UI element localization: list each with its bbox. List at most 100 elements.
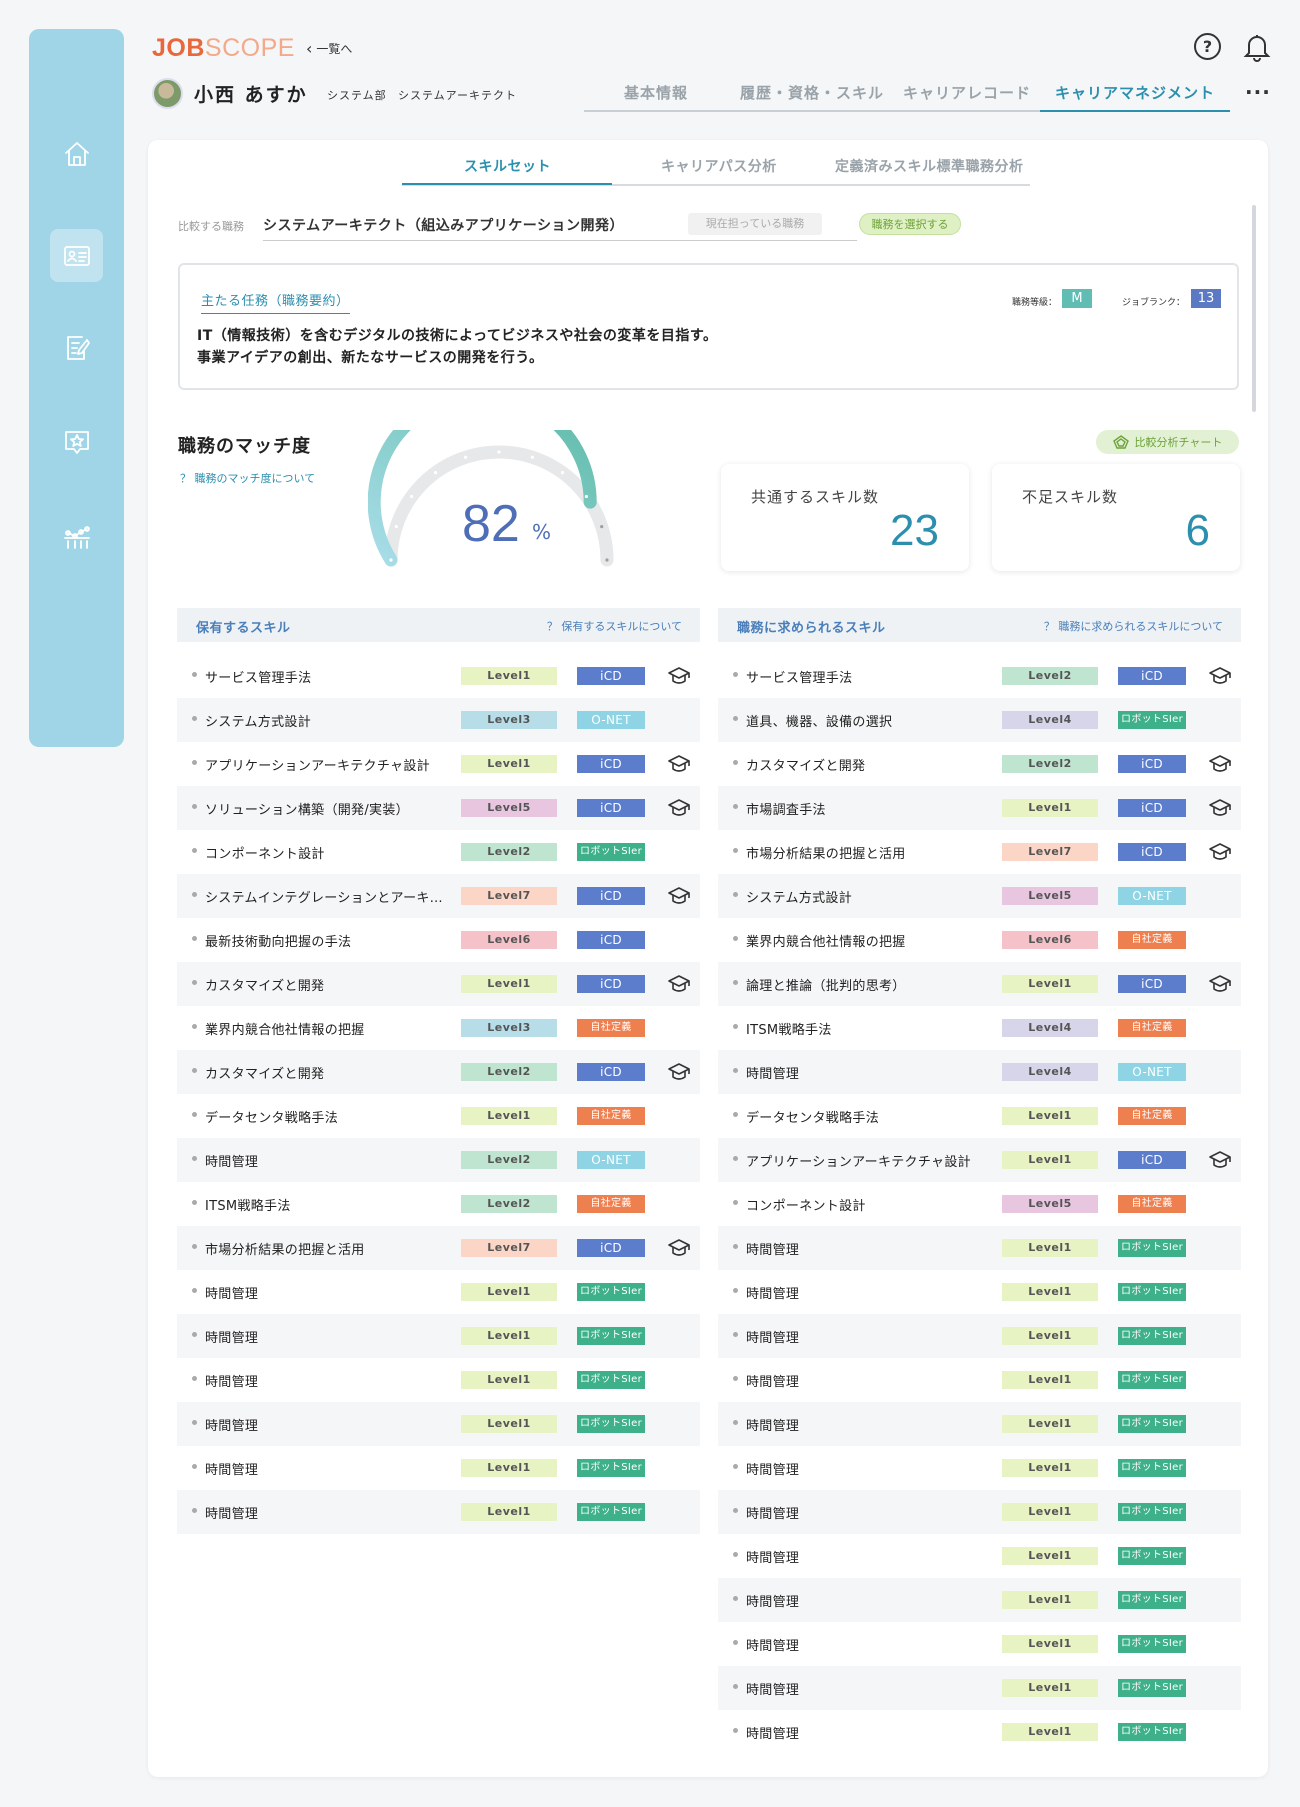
skill-row[interactable]: 時間管理 Level1 ロボットSIer (718, 1622, 1241, 1666)
skill-row[interactable]: カスタマイズと開発 Level2 iCD (177, 1050, 700, 1094)
skill-row[interactable]: 市場分析結果の把握と活用 Level7 iCD (718, 830, 1241, 874)
skill-row[interactable]: 時間管理 Level1 ロボットSIer (718, 1358, 1241, 1402)
skill-row[interactable]: カスタマイズと開発 Level2 iCD (718, 742, 1241, 786)
current-job-button[interactable]: 現在担っている職務 (688, 213, 822, 235)
missing-skills-value: 6 (1185, 506, 1210, 555)
skill-row[interactable]: 時間管理 Level1 ロボットSIer (718, 1446, 1241, 1490)
bullet (733, 1332, 738, 1337)
source-badge: iCD (1118, 1151, 1186, 1169)
skill-row[interactable]: 市場調査手法 Level1 iCD (718, 786, 1241, 830)
graduation-cap-icon[interactable] (1208, 1149, 1232, 1171)
skill-row[interactable]: コンポーネント設計 Level5 自社定義 (718, 1182, 1241, 1226)
skill-row[interactable]: 時間管理 Level1 ロボットSIer (718, 1666, 1241, 1710)
skill-row[interactable]: アプリケーションアーキテクチャ設計 Level1 iCD (177, 742, 700, 786)
sidebar-item-records[interactable] (50, 321, 103, 374)
skill-row[interactable]: アプリケーションアーキテクチャ設計 Level1 iCD (718, 1138, 1241, 1182)
skill-row[interactable]: 時間管理 Level1 ロボットSIer (718, 1490, 1241, 1534)
skill-name: 時間管理 (746, 1419, 800, 1434)
source-badge: O-NET (577, 711, 645, 729)
required-help-label: 職務に求められるスキルについて (1058, 620, 1223, 633)
app-logo[interactable]: JOBSCOPE (152, 34, 295, 63)
skill-row[interactable]: 業界内競合他社情報の把握 Level6 自社定義 (718, 918, 1241, 962)
skill-row[interactable]: 時間管理 Level1 ロボットSIer (718, 1534, 1241, 1578)
graduation-cap-icon[interactable] (1208, 797, 1232, 819)
subtab-career-path[interactable]: キャリアパス分析 (661, 156, 777, 176)
skill-row[interactable]: 時間管理 Level2 O-NET (177, 1138, 700, 1182)
skill-row[interactable]: ITSM戦略手法 Level2 自社定義 (177, 1182, 700, 1226)
sidebar-item-profile[interactable] (50, 229, 103, 282)
skill-row[interactable]: 時間管理 Level1 ロボットSIer (177, 1270, 700, 1314)
bullet (733, 716, 738, 721)
sidebar-item-career[interactable] (50, 415, 103, 468)
skill-row[interactable]: 時間管理 Level1 ロボットSIer (177, 1490, 700, 1534)
sidebar-item-analytics[interactable] (50, 511, 103, 564)
owned-skills-help-link[interactable]: ？ 保有するスキルについて (547, 618, 682, 634)
skill-row[interactable]: 時間管理 Level1 ロボットSIer (718, 1226, 1241, 1270)
skill-row[interactable]: システムインテグレーションとアーキテクチャ Level7 iCD (177, 874, 700, 918)
level-badge: Level1 (461, 1503, 557, 1521)
graduation-cap-icon[interactable] (1208, 973, 1232, 995)
graduation-cap-icon[interactable] (667, 1237, 691, 1259)
subtab-standard-analysis[interactable]: 定義済みスキル標準職務分析 (835, 156, 1024, 176)
skill-row[interactable]: 業界内競合他社情報の把握 Level3 自社定義 (177, 1006, 700, 1050)
graduation-cap-icon[interactable] (1208, 841, 1232, 863)
skill-row[interactable]: サービス管理手法 Level2 iCD (718, 654, 1241, 698)
level-badge: Level1 (1002, 1591, 1098, 1609)
graduation-cap-icon[interactable] (667, 665, 691, 687)
common-skills-stat: 共通するスキル数 23 (721, 464, 969, 571)
tab-basic-info[interactable]: 基本情報 (624, 82, 688, 103)
skill-row[interactable]: 最新技術動向把握の手法 Level6 iCD (177, 918, 700, 962)
skill-row[interactable]: データセンタ戦略手法 Level1 自社定義 (718, 1094, 1241, 1138)
more-icon[interactable]: ··· (1245, 80, 1271, 104)
bell-icon[interactable] (1243, 32, 1271, 62)
skill-name: 時間管理 (746, 1287, 800, 1302)
skill-name: 時間管理 (205, 1287, 259, 1302)
graduation-cap-icon[interactable] (667, 885, 691, 907)
graduation-cap-icon[interactable] (667, 797, 691, 819)
source-badge: ロボットSIer (577, 1459, 645, 1477)
match-help-link[interactable]: ？ 職務のマッチ度について (180, 470, 315, 486)
select-job-button[interactable]: 職務を選択する (859, 213, 961, 235)
scrollbar[interactable] (1252, 205, 1256, 412)
owned-skills-header: 保有するスキル ？ 保有するスキルについて (177, 608, 700, 642)
skill-row[interactable]: 市場分析結果の把握と活用 Level7 iCD (177, 1226, 700, 1270)
tab-career-management[interactable]: キャリアマネジメント (1055, 82, 1215, 103)
skill-name: 最新技術動向把握の手法 (205, 935, 352, 950)
skill-row[interactable]: 時間管理 Level4 O-NET (718, 1050, 1241, 1094)
skill-row[interactable]: 時間管理 Level1 ロボットSIer (718, 1270, 1241, 1314)
skill-row[interactable]: ITSM戦略手法 Level4 自社定義 (718, 1006, 1241, 1050)
skill-row[interactable]: サービス管理手法 Level1 iCD (177, 654, 700, 698)
skill-name: カスタマイズと開発 (205, 979, 325, 994)
skill-row[interactable]: データセンタ戦略手法 Level1 自社定義 (177, 1094, 700, 1138)
level-badge: Level1 (1002, 1327, 1098, 1345)
skill-row[interactable]: 時間管理 Level1 ロボットSIer (718, 1402, 1241, 1446)
skill-row[interactable]: システム方式設計 Level3 O-NET (177, 698, 700, 742)
subtab-skillset[interactable]: スキルセット (464, 156, 551, 176)
skill-row[interactable]: カスタマイズと開発 Level1 iCD (177, 962, 700, 1006)
skill-row[interactable]: システム方式設計 Level5 O-NET (718, 874, 1241, 918)
skill-row[interactable]: コンポーネント設計 Level2 ロボットSIer (177, 830, 700, 874)
skill-row[interactable]: 時間管理 Level1 ロボットSIer (718, 1710, 1241, 1754)
skill-row[interactable]: 時間管理 Level1 ロボットSIer (177, 1402, 700, 1446)
graduation-cap-icon[interactable] (667, 1061, 691, 1083)
skill-row[interactable]: 時間管理 Level1 ロボットSIer (718, 1578, 1241, 1622)
graduation-cap-icon[interactable] (1208, 753, 1232, 775)
skill-row[interactable]: 時間管理 Level1 ロボットSIer (177, 1314, 700, 1358)
tab-career-record[interactable]: キャリアレコード (903, 82, 1031, 103)
graduation-cap-icon[interactable] (1208, 665, 1232, 687)
compare-chart-button[interactable]: 比較分析チャート (1096, 430, 1239, 454)
sidebar-item-home[interactable] (50, 127, 103, 180)
help-icon[interactable]: ? (1194, 33, 1221, 60)
skill-row[interactable]: 時間管理 Level1 ロボットSIer (177, 1446, 700, 1490)
skill-row[interactable]: 時間管理 Level1 ロボットSIer (177, 1358, 700, 1402)
required-skills-help-link[interactable]: ？ 職務に求められるスキルについて (1044, 618, 1223, 634)
graduation-cap-icon[interactable] (667, 973, 691, 995)
back-to-list-link[interactable]: ‹ 一覧へ (306, 40, 352, 57)
tab-history-skills[interactable]: 履歴・資格・スキル (740, 82, 884, 103)
skill-row[interactable]: ソリューション構築（開発/実装） Level5 iCD (177, 786, 700, 830)
skill-row[interactable]: 時間管理 Level1 ロボットSIer (718, 1314, 1241, 1358)
skill-row[interactable]: 道具、機器、設備の選択 Level4 ロボットSIer (718, 698, 1241, 742)
skill-row[interactable]: 論理と推論（批判的思考） Level1 iCD (718, 962, 1241, 1006)
skill-name: システム方式設計 (205, 715, 312, 730)
graduation-cap-icon[interactable] (667, 753, 691, 775)
